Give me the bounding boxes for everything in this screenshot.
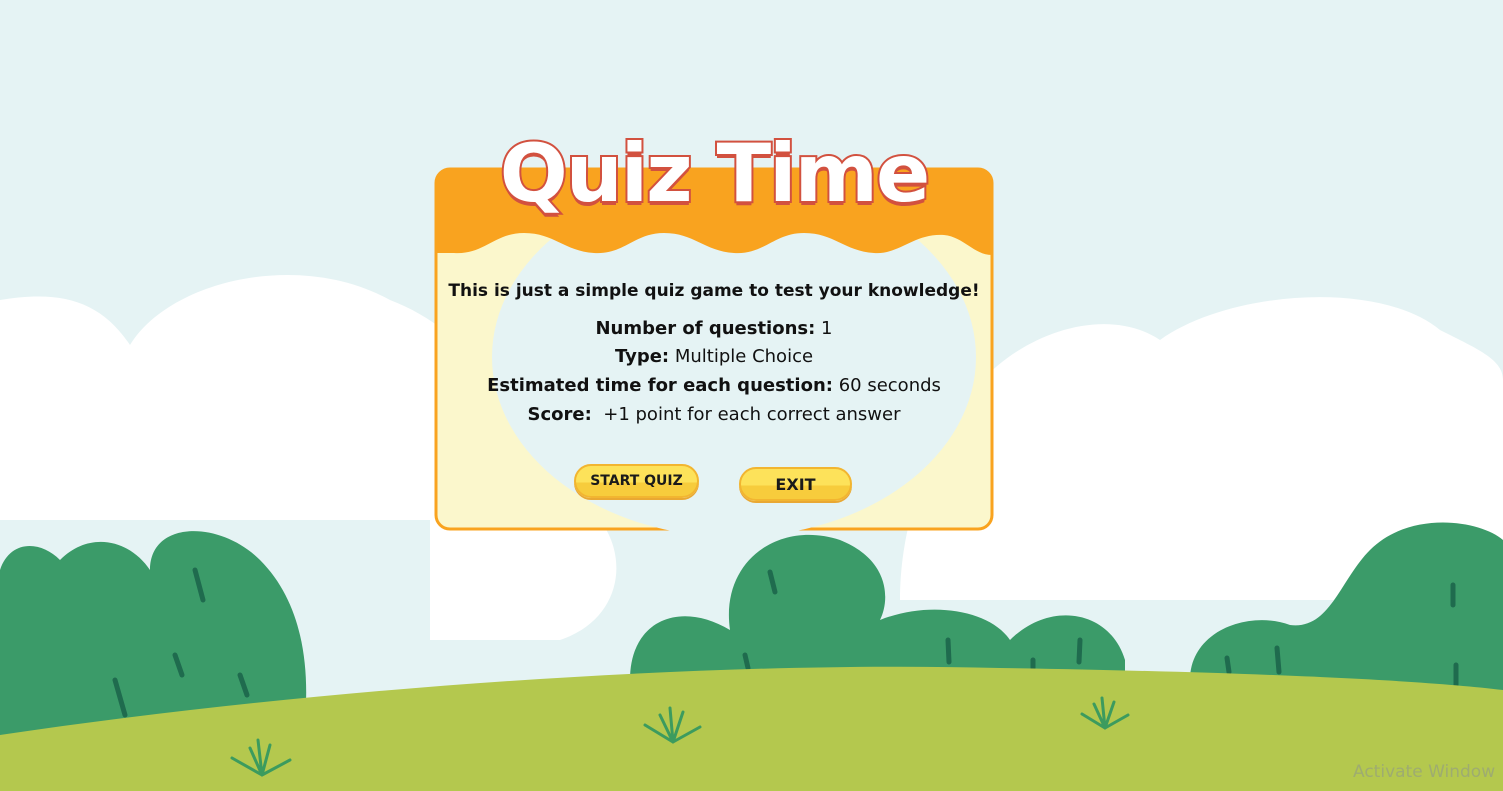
exit-button[interactable]: EXIT: [739, 467, 852, 501]
intro-text: This is just a simple quiz game to test …: [448, 281, 980, 301]
score-label: Score:: [527, 404, 592, 425]
score-row: Score: +1 point for each correct answer: [434, 404, 994, 425]
quiz-card: Quiz Time This is just a simple quiz gam…: [434, 125, 994, 531]
quiz-type-value: Multiple Choice: [674, 346, 814, 367]
quiz-type-row: Type: Multiple Choice: [434, 346, 994, 367]
question-count-value: 1: [821, 318, 833, 339]
activate-windows-watermark: Activate Window: [1353, 762, 1496, 782]
score-value: +1 point for each correct answer: [603, 404, 901, 425]
time-label: Estimated time for each question:: [487, 375, 833, 396]
quiz-type-label: Type:: [614, 346, 670, 367]
time-row: Estimated time for each question: 60 sec…: [434, 375, 994, 396]
quiz-title: Quiz Time: [498, 125, 932, 222]
start-quiz-button[interactable]: START QUIZ: [574, 464, 699, 498]
question-count-label: Number of questions:: [595, 318, 816, 339]
time-value: 60 seconds: [838, 375, 941, 396]
question-count-row: Number of questions: 1: [434, 318, 994, 339]
